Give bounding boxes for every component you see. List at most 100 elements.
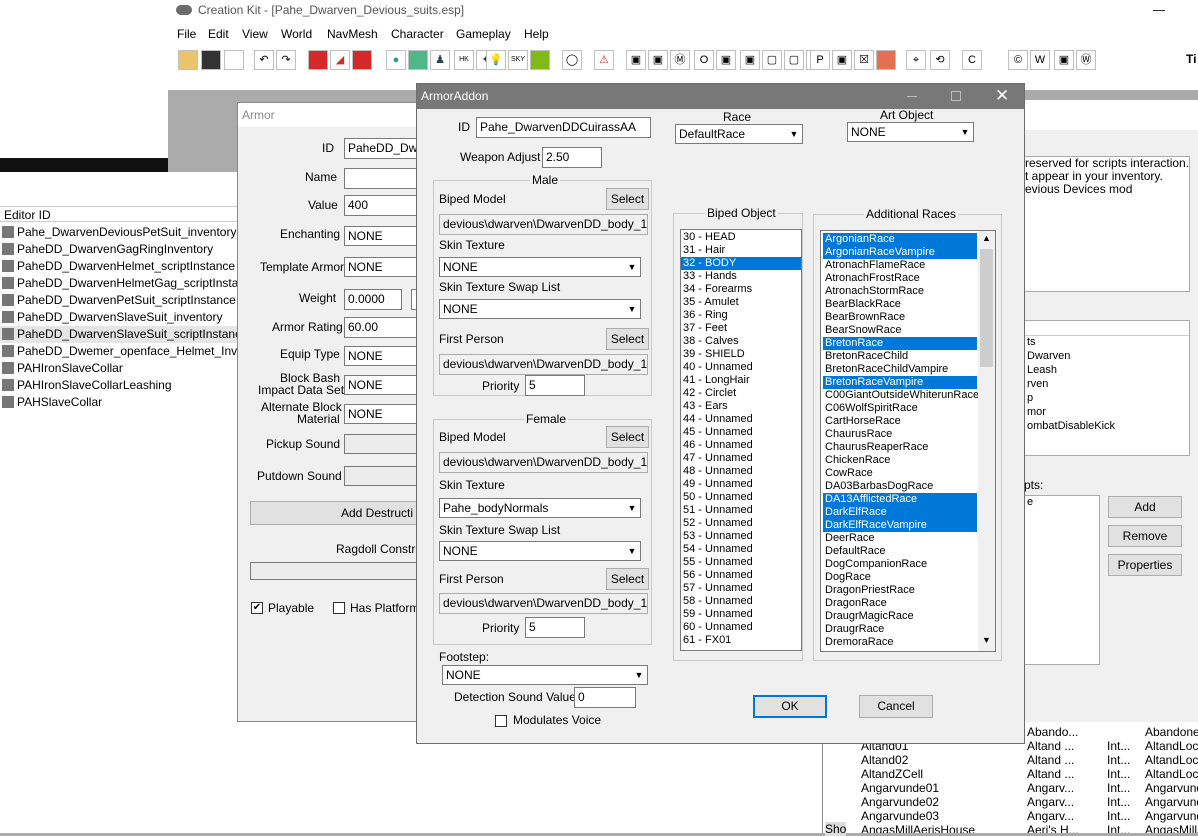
menu-gameplay[interactable]: Gameplay [456, 27, 511, 41]
male-biped-model-path[interactable]: devious\dwarven\DwarvenDD_body_1.nif [439, 214, 648, 235]
menu-file[interactable]: File [177, 27, 196, 41]
race-item[interactable]: BearBlackRace [823, 298, 977, 311]
pickup-sound-select[interactable] [344, 434, 424, 454]
biped-object-item[interactable]: 54 - Unnamed [681, 543, 801, 556]
female-skin-texture-select[interactable]: Pahe_bodyNormals ▼ [439, 498, 641, 518]
biped-object-item[interactable]: 58 - Unnamed [681, 595, 801, 608]
race-item[interactable]: CartHorseRace [823, 415, 977, 428]
sky-icon[interactable]: SKY [508, 50, 528, 70]
tree-icon[interactable] [408, 50, 428, 70]
box-icon-3[interactable]: ▣ [716, 50, 736, 70]
biped-object-item[interactable]: 42 - Circlet [681, 387, 801, 400]
race-item[interactable]: BretonRaceVampire [823, 376, 977, 389]
race-item[interactable]: DraugrRace [823, 623, 977, 636]
marker-icon-c[interactable]: C [962, 50, 982, 70]
male-first-person-select-button[interactable]: Select [606, 328, 649, 350]
female-priority-field[interactable]: 5 [525, 617, 585, 638]
list-item[interactable]: PAHSlaveCollar [0, 394, 240, 411]
biped-object-item[interactable]: 56 - Unnamed [681, 569, 801, 582]
cross-box-icon[interactable]: ☒ [854, 50, 874, 70]
biped-object-item[interactable]: 41 - LongHair [681, 374, 801, 387]
biped-object-item[interactable]: 45 - Unnamed [681, 426, 801, 439]
table-row[interactable]: AltandZCell Altand ... Int... AltandLoca [859, 767, 1198, 781]
race-item[interactable]: ArgonianRaceVampire [823, 246, 977, 259]
armor-id-field[interactable]: PaheDD_Dwa [344, 138, 424, 159]
box-icon-4[interactable]: ▣ [740, 50, 760, 70]
race-item[interactable]: BearSnowRace [823, 324, 977, 337]
list-item[interactable]: PAHIronSlaveCollar [0, 360, 240, 377]
character-icon[interactable]: ♟ [430, 50, 450, 70]
scroll-down-icon[interactable]: ▼ [982, 635, 991, 645]
list-item[interactable]: PaheDD_DwarvenHelmetGag_scriptInstance [0, 275, 258, 292]
list-item[interactable]: PaheDD_DwarvenHelmet_scriptInstance [0, 258, 240, 275]
biped-object-item[interactable]: 60 - Unnamed [681, 621, 801, 634]
race-item[interactable]: DogRace [823, 571, 977, 584]
world-marker-icon[interactable]: Ⓦ [1076, 50, 1096, 70]
race-item[interactable]: DremoraRace [823, 636, 977, 649]
landscape-icon[interactable]: ◢ [330, 50, 350, 70]
grass-icon[interactable] [530, 50, 550, 70]
redo-icon[interactable]: ↷ [276, 50, 296, 70]
race-item[interactable]: BretonRace [823, 337, 977, 350]
scroll-up-icon[interactable]: ▲ [982, 233, 991, 243]
description-box[interactable]: reserved for scripts interaction. t appe… [1024, 156, 1190, 292]
race-item[interactable]: BearBrownRace [823, 311, 977, 324]
list-item[interactable]: PaheDD_DwarvenSlaveSuit_scriptInstance [0, 326, 248, 343]
biped-object-item[interactable]: 53 - Unnamed [681, 530, 801, 543]
weight-field[interactable]: 0.0000 [344, 289, 402, 310]
has-platform-checkbox[interactable] [333, 602, 345, 614]
menu-world[interactable]: World [281, 27, 312, 41]
male-priority-field[interactable]: 5 [525, 375, 585, 396]
list-item[interactable]: PaheDD_DwarvenGagRingInventory [0, 241, 240, 258]
race-item[interactable]: C00GiantOutsideWhiterunRace [823, 389, 979, 402]
maximize-icon[interactable] [951, 91, 961, 101]
male-skin-texture-select[interactable]: NONE ▼ [439, 257, 641, 277]
biped-object-item[interactable]: 30 - HEAD [681, 231, 801, 244]
race-select[interactable]: DefaultRace ▼ [675, 124, 803, 144]
biped-object-item[interactable]: 39 - SHIELD [681, 348, 801, 361]
table-row[interactable]: AngasMillAerisHouse Aeri's H... Int... A… [859, 823, 1198, 833]
weapon-adjust-field[interactable]: 2.50 [542, 147, 602, 168]
preferences-icon[interactable] [224, 50, 244, 70]
female-biped-model-path[interactable]: devious\dwarven\DwarvenDD_body_1.nif [439, 452, 648, 473]
biped-object-item[interactable]: 37 - Feet [681, 322, 801, 335]
table-row[interactable]: Angarvunde01 Angarv... Int... Angarvunde [859, 781, 1198, 795]
marker-icon-m[interactable]: Ⓜ [670, 50, 690, 70]
race-item[interactable]: AtronachStormRace [823, 285, 977, 298]
marker-icon-copyright[interactable]: © [1008, 50, 1028, 70]
biped-object-item[interactable]: 59 - Unnamed [681, 608, 801, 621]
race-item[interactable]: ChaurusRace [823, 428, 977, 441]
race-item[interactable]: DeerRace [823, 532, 977, 545]
add-destruction-button[interactable]: Add Destructi [250, 501, 426, 525]
armor-value-field[interactable]: 400 [344, 195, 424, 216]
race-item[interactable]: DA13AfflictedRace [823, 493, 977, 506]
male-biped-select-button[interactable]: Select [606, 188, 649, 210]
addon-id-field[interactable]: Pahe_DwarvenDDCuirassAA [476, 117, 651, 138]
marker-icon-o[interactable]: O [694, 50, 714, 70]
close-icon[interactable]: ✕ [995, 86, 1009, 106]
table-row[interactable]: Altand02 Altand ... Int... AltandLoca [859, 753, 1198, 767]
list-item[interactable]: rven [1025, 378, 1189, 392]
art-object-select[interactable]: NONE ▼ [847, 122, 974, 142]
footstep-select[interactable]: NONE ▼ [442, 665, 648, 685]
race-item[interactable]: DragonRace [823, 597, 977, 610]
cursor-icon[interactable]: ⌖ [906, 50, 926, 70]
armor-name-field[interactable] [344, 168, 424, 189]
biped-object-item[interactable]: 57 - Unnamed [681, 582, 801, 595]
world-icon[interactable]: ● [386, 50, 406, 70]
race-item[interactable]: ChaurusReaperRace [823, 441, 977, 454]
biped-object-item[interactable]: 34 - Forearms [681, 283, 801, 296]
race-item[interactable]: DogCompanionRace [823, 558, 977, 571]
table-row[interactable]: Angarvunde02 Angarv... Int... Angarvunde [859, 795, 1198, 809]
race-item[interactable]: DragonPriestRace [823, 584, 977, 597]
male-first-person-path[interactable]: devious\dwarven\DwarvenDD_body_1.nif [439, 354, 648, 375]
biped-object-item[interactable]: 35 - Amulet [681, 296, 801, 309]
modulates-voice-checkbox[interactable] [495, 715, 507, 727]
menu-navmesh[interactable]: NavMesh [327, 27, 378, 41]
female-first-person-path[interactable]: devious\dwarven\DwarvenDD_body_1.nif [439, 593, 648, 614]
biped-object-item[interactable]: 44 - Unnamed [681, 413, 801, 426]
list-item[interactable]: mor [1025, 406, 1189, 420]
biped-object-item[interactable]: 40 - Unnamed [681, 361, 801, 374]
minimize-icon[interactable] [1153, 10, 1165, 11]
save-icon[interactable] [201, 50, 221, 70]
